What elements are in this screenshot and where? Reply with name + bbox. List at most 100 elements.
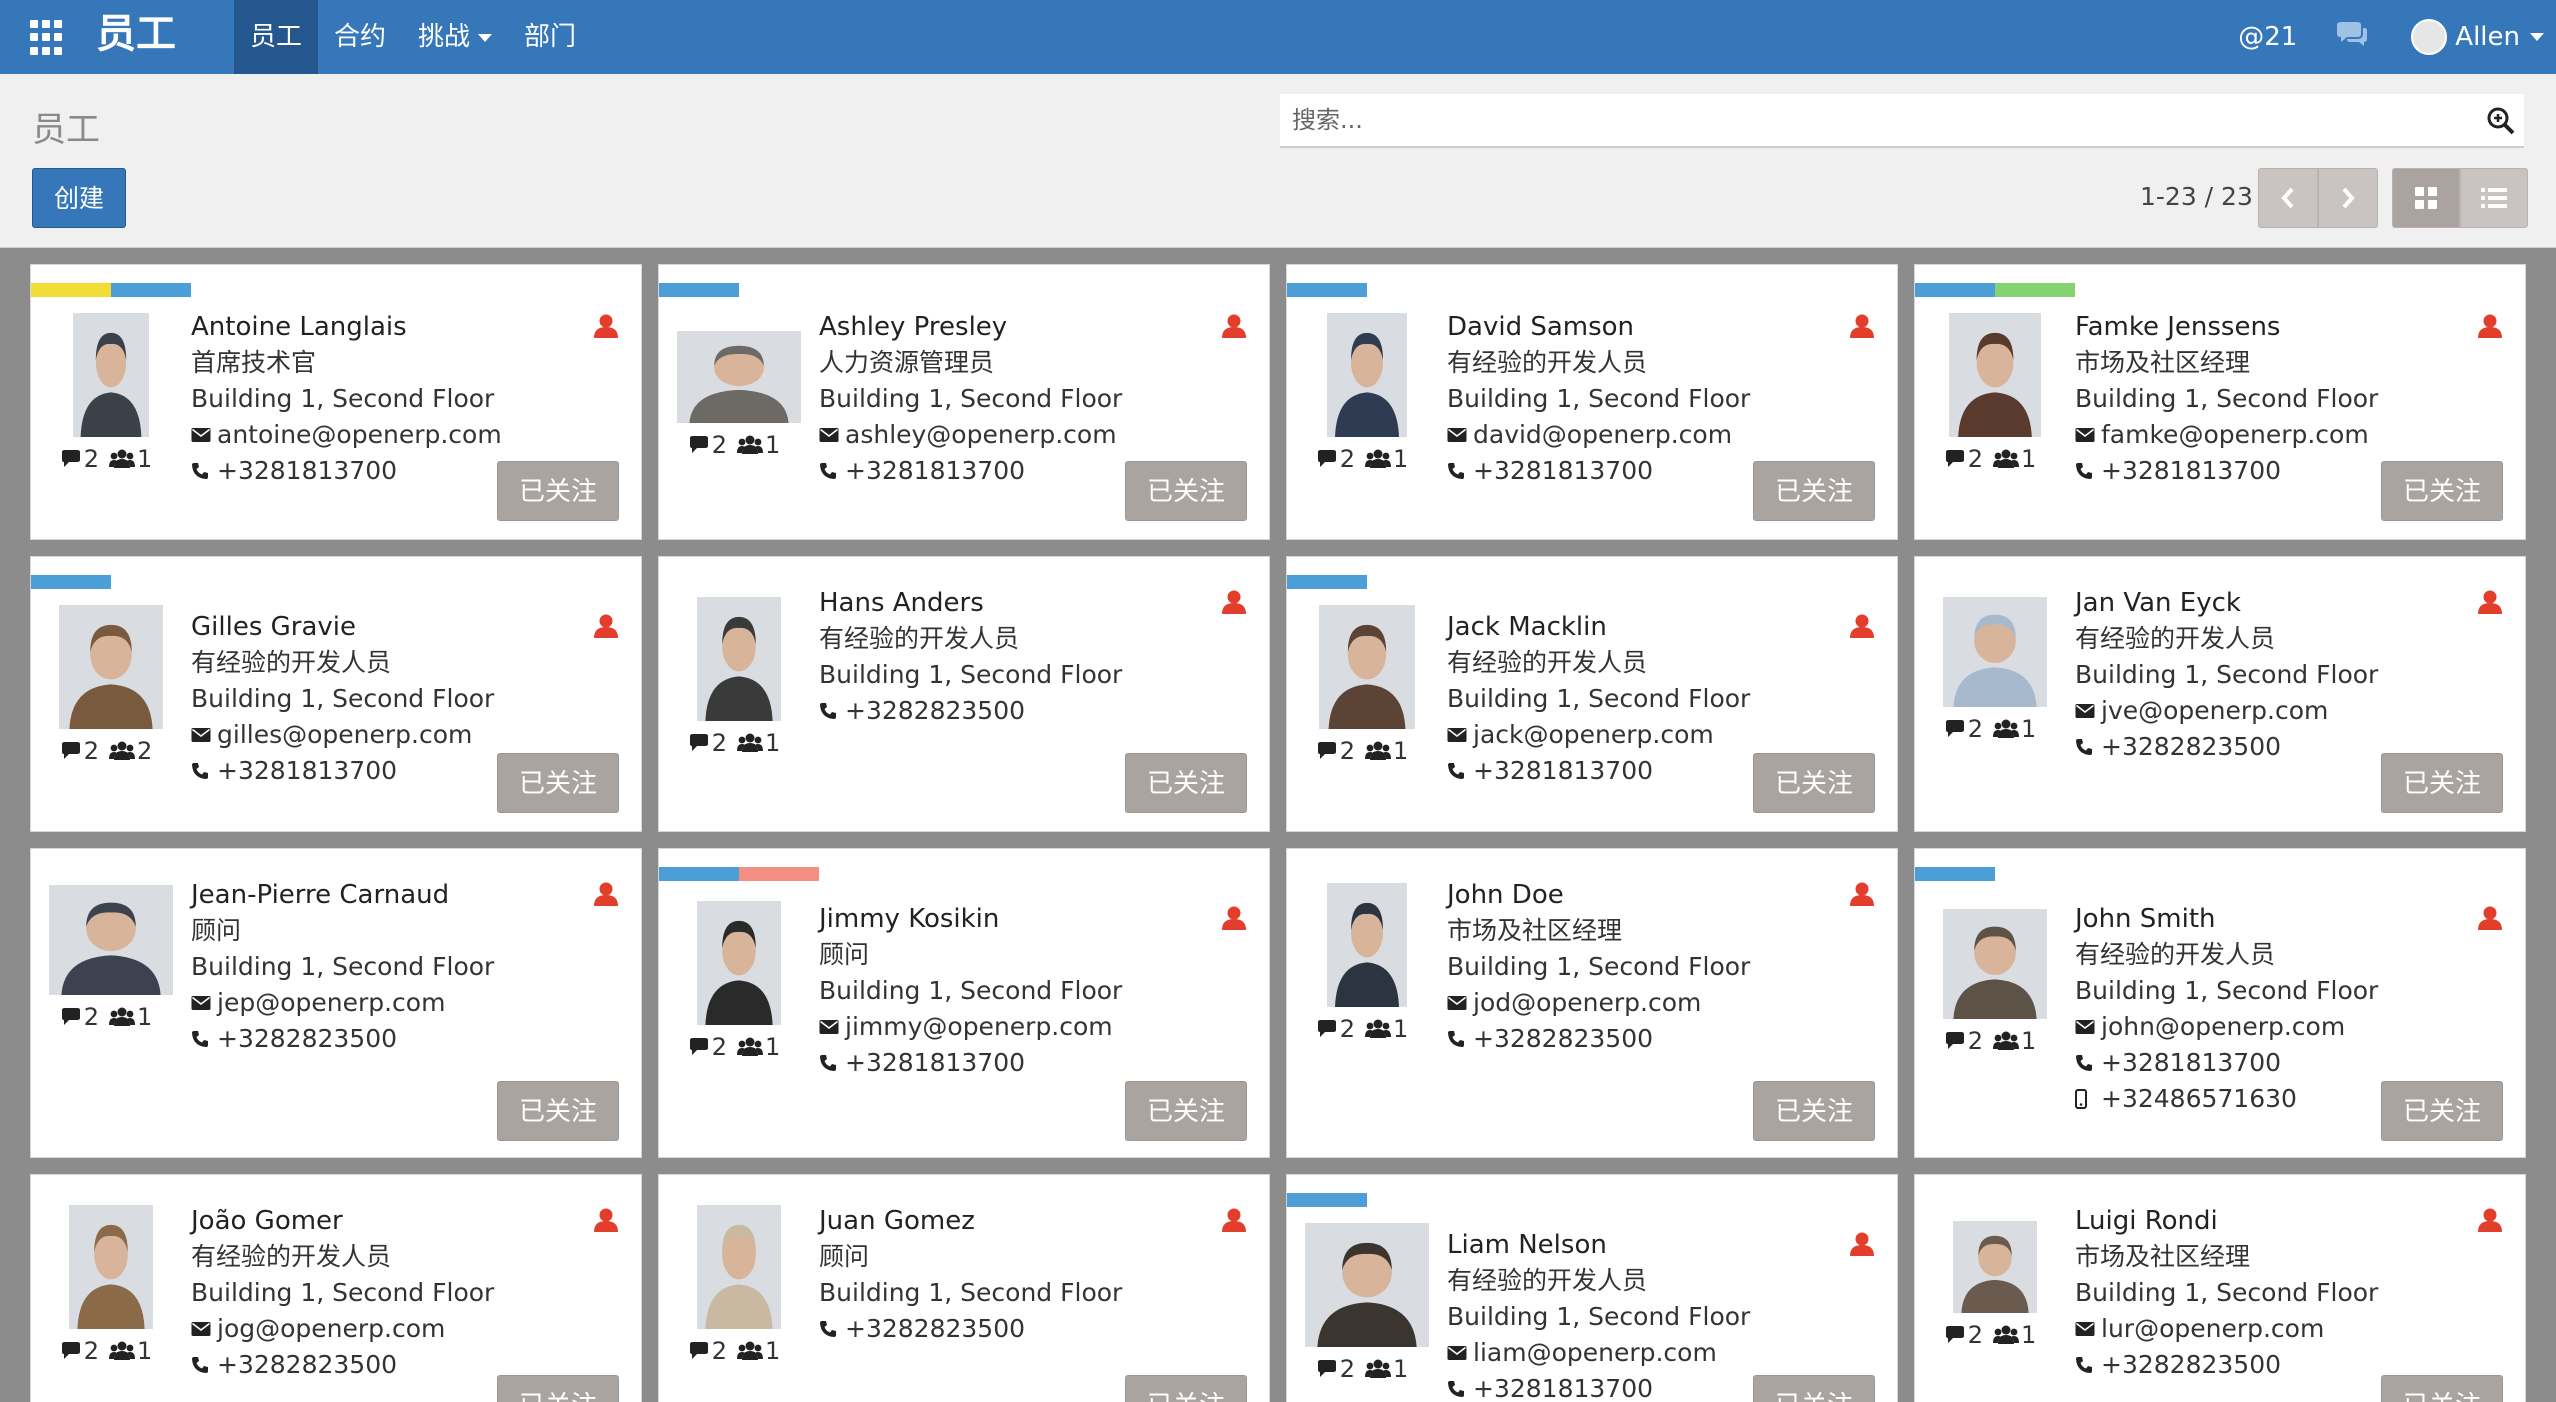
user-menu[interactable]: Allen [2411,19,2544,55]
following-button[interactable]: 已关注 [497,461,619,521]
follower-count[interactable]: 1 [737,1033,780,1061]
pager-previous-button[interactable] [2258,168,2318,228]
menu-challenges[interactable]: 挑战 [402,0,508,74]
menu-contracts[interactable]: 合约 [318,0,402,74]
employee-name[interactable]: Gilles Gravie [191,609,631,645]
list-view-button[interactable] [2460,168,2528,228]
follower-count[interactable]: 1 [1365,445,1408,473]
employee-name[interactable]: Jack Macklin [1447,609,1887,645]
message-count[interactable]: 2 [1316,445,1355,473]
follower-count[interactable]: 1 [1365,1355,1408,1383]
following-button[interactable]: 已关注 [1125,1375,1247,1402]
follower-count[interactable]: 1 [109,1337,152,1365]
message-count[interactable]: 2 [60,1337,99,1365]
employee-photo[interactable] [1327,883,1407,1007]
employee-name[interactable]: Famke Jenssens [2075,309,2515,345]
employee-card[interactable]: 2 2 Gilles Gravie 有经验的开发人员 Building 1, Secon… [30,556,642,832]
follow-user-icon-button[interactable] [2477,905,2503,935]
message-count[interactable]: 2 [1944,715,1983,743]
employee-photo[interactable] [1953,1221,2037,1313]
message-count[interactable]: 2 [1316,1355,1355,1383]
message-count[interactable]: 2 [688,729,727,757]
follower-count[interactable]: 2 [109,737,152,765]
employee-card[interactable]: 2 1 Antoine Langlais 首席技术官 Building 1, Secon… [30,264,642,540]
employee-photo[interactable] [1943,909,2047,1019]
employee-name[interactable]: Liam Nelson [1447,1227,1887,1263]
following-button[interactable]: 已关注 [1125,753,1247,813]
work-email[interactable]: ashley@openerp.com [819,417,1259,453]
following-button[interactable]: 已关注 [1753,1081,1875,1141]
employee-card[interactable]: 2 1 Luigi Rondi 市场及社区经理 Building 1, Second F… [1914,1174,2526,1402]
message-count[interactable]: 2 [688,431,727,459]
employee-name[interactable]: Jan Van Eyck [2075,585,2515,621]
employee-card[interactable]: 2 1 John Smith 有经验的开发人员 Building 1, Second F… [1914,848,2526,1158]
work-email[interactable]: antoine@openerp.com [191,417,631,453]
message-count[interactable]: 2 [688,1033,727,1061]
employee-photo[interactable] [677,331,801,423]
apps-menu-icon[interactable] [30,20,66,56]
follower-count[interactable]: 1 [1365,737,1408,765]
work-email[interactable]: liam@openerp.com [1447,1335,1887,1371]
message-count[interactable]: 2 [1944,445,1983,473]
employee-name[interactable]: Luigi Rondi [2075,1203,2515,1239]
follow-user-icon-button[interactable] [2477,1207,2503,1237]
employee-card[interactable]: 2 1 Hans Anders 有经验的开发人员 Building 1, Second … [658,556,1270,832]
search-icon[interactable] [2486,106,2516,136]
follow-user-icon-button[interactable] [1221,905,1247,935]
follow-user-icon-button[interactable] [593,1207,619,1237]
message-count[interactable]: 2 [60,445,99,473]
pager-next-button[interactable] [2318,168,2378,228]
employee-card[interactable]: 2 1 Famke Jenssens 市场及社区经理 Building 1, Secon… [1914,264,2526,540]
employee-photo[interactable] [697,901,781,1025]
employee-photo[interactable] [697,1205,781,1329]
message-count[interactable]: 2 [60,1003,99,1031]
follow-user-icon-button[interactable] [1849,881,1875,911]
employee-photo[interactable] [1319,605,1415,729]
employee-card[interactable]: 2 1 João Gomer 有经验的开发人员 Building 1, Second F… [30,1174,642,1402]
employee-photo[interactable] [1327,313,1407,437]
employee-name[interactable]: Hans Anders [819,585,1259,621]
work-email[interactable]: jack@openerp.com [1447,717,1887,753]
follow-user-icon-button[interactable] [1849,613,1875,643]
follow-user-icon-button[interactable] [1221,313,1247,343]
employee-name[interactable]: Juan Gomez [819,1203,1259,1239]
employee-photo[interactable] [49,885,173,995]
follow-user-icon-button[interactable] [593,613,619,643]
follower-count[interactable]: 1 [109,1003,152,1031]
employee-name[interactable]: Jean-Pierre Carnaud [191,877,631,913]
following-button[interactable]: 已关注 [497,1081,619,1141]
breadcrumb[interactable]: 员工 [32,102,100,151]
employee-photo[interactable] [1943,597,2047,707]
work-email[interactable]: gilles@openerp.com [191,717,631,753]
employee-card[interactable]: 2 1 Jean-Pierre Carnaud 顾问 Building 1, Secon… [30,848,642,1158]
employee-name[interactable]: Ashley Presley [819,309,1259,345]
following-button[interactable]: 已关注 [2381,753,2503,813]
follow-user-icon-button[interactable] [593,881,619,911]
message-count[interactable]: 2 [1316,737,1355,765]
following-button[interactable]: 已关注 [1125,461,1247,521]
create-button[interactable]: 创建 [32,168,126,228]
employee-card[interactable]: 2 1 Jan Van Eyck 有经验的开发人员 Building 1, Second… [1914,556,2526,832]
following-button[interactable]: 已关注 [1125,1081,1247,1141]
work-email[interactable]: jog@openerp.com [191,1311,631,1347]
menu-employees[interactable]: 员工 [234,0,319,74]
kanban-view-button[interactable] [2392,168,2460,228]
follower-count[interactable]: 1 [1365,1015,1408,1043]
employee-card[interactable]: 2 1 Jimmy Kosikin 顾问 Building 1, Second Floo… [658,848,1270,1158]
employee-photo[interactable] [1949,313,2041,437]
following-button[interactable]: 已关注 [497,1375,619,1402]
employee-name[interactable]: João Gomer [191,1203,631,1239]
pager-value[interactable]: 1-23 / 23 [2140,182,2253,211]
search-input[interactable] [1292,100,2452,140]
follower-count[interactable]: 1 [737,1337,780,1365]
follower-count[interactable]: 1 [109,445,152,473]
follow-user-icon-button[interactable] [2477,589,2503,619]
message-count[interactable]: 2 [1316,1015,1355,1043]
menu-departments[interactable]: 部门 [508,0,592,74]
message-count[interactable]: 2 [60,737,99,765]
work-email[interactable]: jve@openerp.com [2075,693,2515,729]
employee-name[interactable]: John Doe [1447,877,1887,913]
employee-name[interactable]: Jimmy Kosikin [819,901,1259,937]
employee-photo[interactable] [697,597,781,721]
following-button[interactable]: 已关注 [1753,1375,1875,1402]
